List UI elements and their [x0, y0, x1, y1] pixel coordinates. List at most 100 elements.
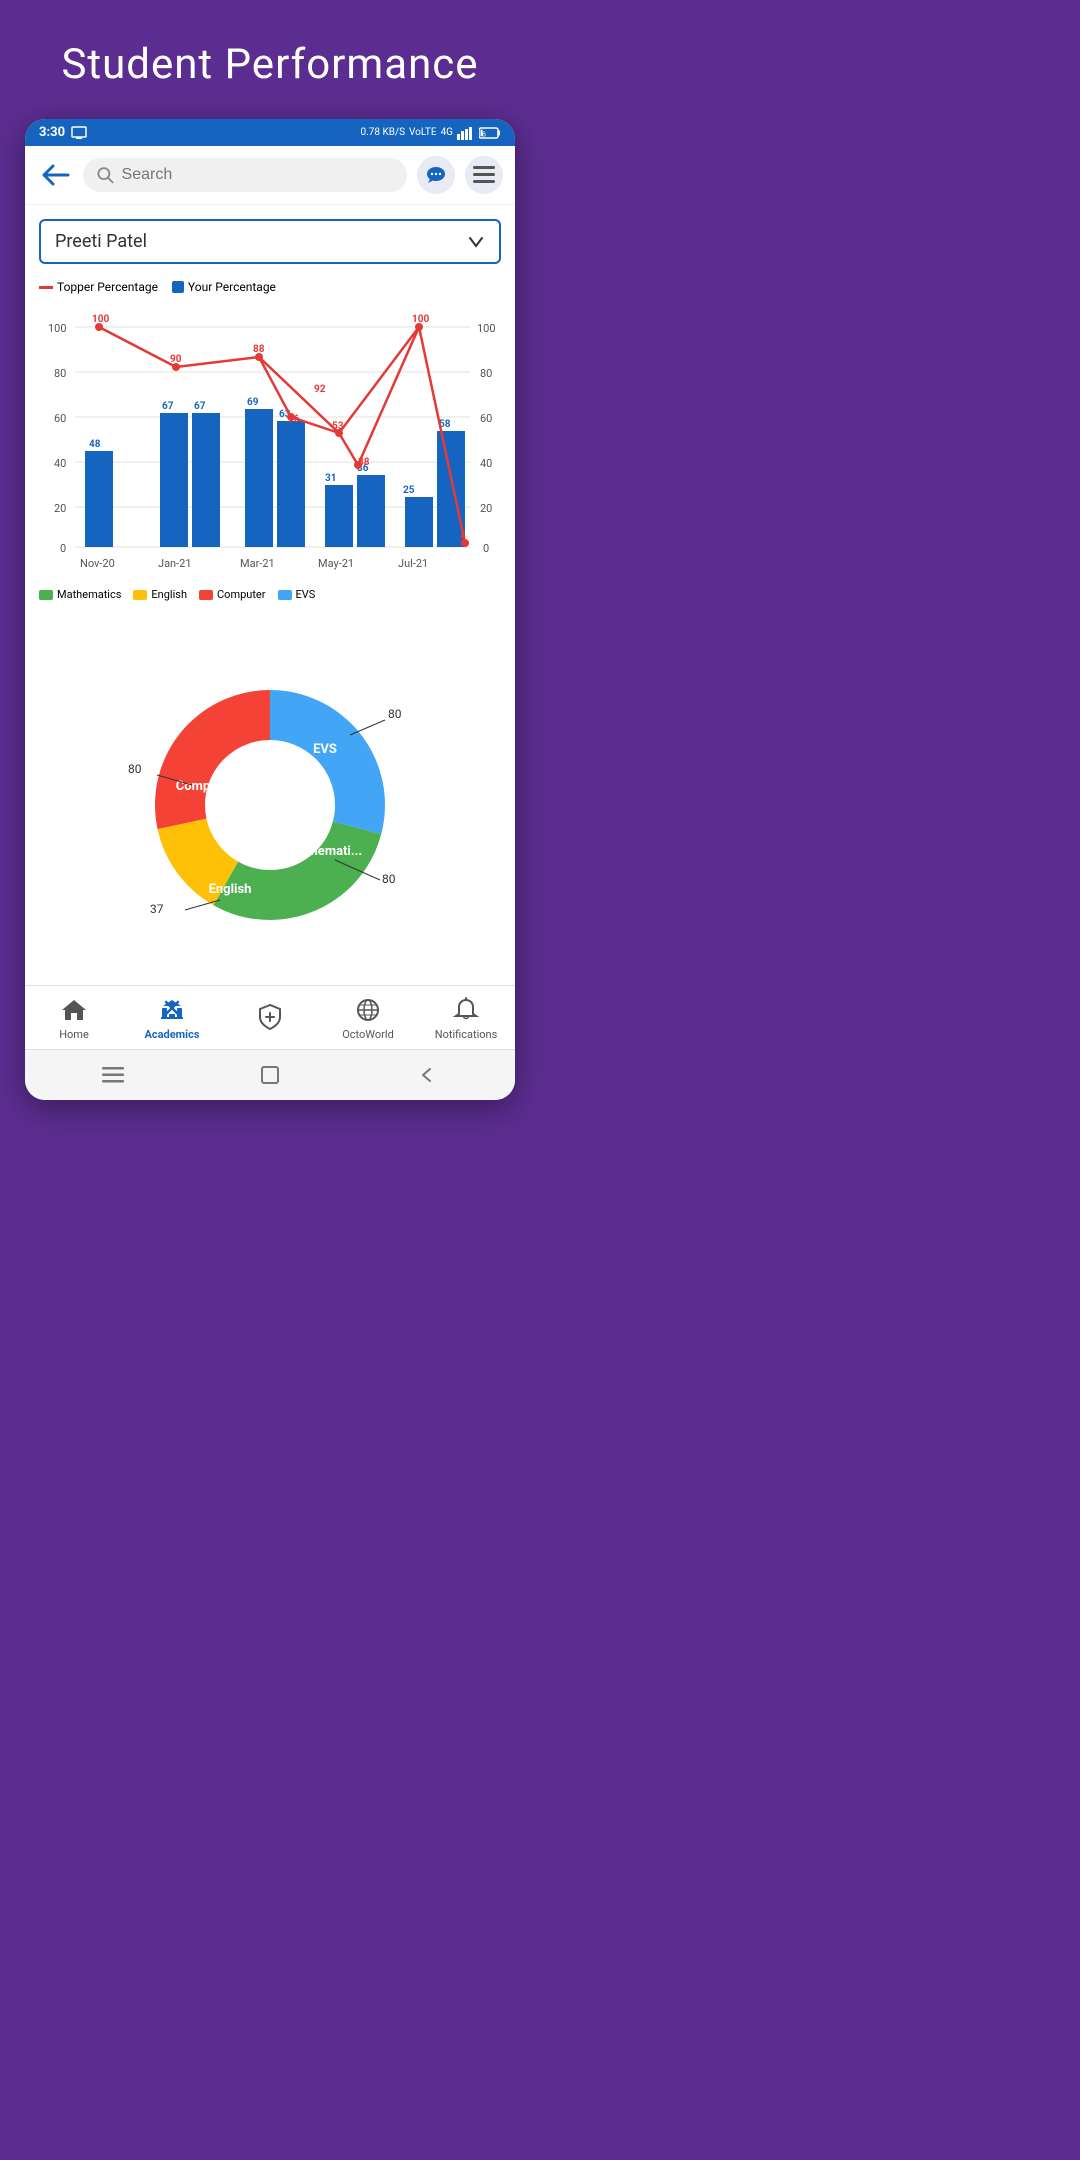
- globe-icon: [354, 996, 382, 1024]
- legend-topper: Topper Percentage: [39, 280, 158, 294]
- search-icon: [97, 166, 114, 184]
- svg-text:Jan-21: Jan-21: [158, 557, 192, 570]
- svg-text:EVS: EVS: [313, 742, 337, 757]
- svg-text:80: 80: [128, 762, 142, 776]
- svg-text:100: 100: [412, 314, 429, 325]
- nav-academics-label: Academics: [145, 1028, 200, 1041]
- top-nav: [25, 146, 515, 205]
- android-menu-button[interactable]: [98, 1060, 128, 1090]
- bell-icon: [452, 996, 480, 1024]
- legend-yours: Your Percentage: [172, 280, 276, 294]
- svg-text:40: 40: [480, 457, 492, 470]
- donut-svg: EVS Mathemati... English Compute... 80 8…: [110, 645, 430, 965]
- svg-text:100: 100: [48, 322, 67, 335]
- svg-text:69: 69: [247, 397, 259, 408]
- bar-chart-svg: 100 80 60 40 20 0 100 80 60 40 20 0: [39, 302, 501, 582]
- donut-section: EVS Mathemati... English Compute... 80 8…: [25, 625, 515, 985]
- android-back-button[interactable]: [412, 1060, 442, 1090]
- bar-chart-area: Topper Percentage Your Percentage 100 80…: [39, 280, 501, 611]
- legend-math-label: Mathematics: [57, 588, 121, 601]
- nav-item-notifications[interactable]: Notifications: [417, 996, 515, 1041]
- svg-text:92: 92: [314, 384, 326, 395]
- hamburger-icon: [473, 166, 495, 184]
- svg-text:0: 0: [60, 542, 66, 555]
- android-home-icon: [259, 1064, 281, 1086]
- svg-text:60: 60: [54, 412, 66, 425]
- svg-text:6: 6: [482, 131, 486, 138]
- svg-text:80: 80: [382, 872, 396, 886]
- nav-item-home[interactable]: Home: [25, 996, 123, 1041]
- svg-text:40: 40: [54, 457, 66, 470]
- svg-text:67: 67: [194, 401, 206, 412]
- student-dropdown[interactable]: Preeti Patel: [39, 219, 501, 264]
- donut-wrapper: EVS Mathemati... English Compute... 80 8…: [110, 645, 430, 965]
- screen-icon: [71, 126, 87, 140]
- nav-notifications-label: Notifications: [435, 1028, 498, 1041]
- svg-text:80: 80: [388, 707, 402, 721]
- android-menu-icon: [102, 1066, 124, 1084]
- svg-text:0: 0: [483, 542, 489, 555]
- menu-button[interactable]: [465, 156, 503, 194]
- network-type: 4G: [441, 127, 453, 138]
- message-button[interactable]: [417, 156, 455, 194]
- legend-computer: Computer: [199, 588, 265, 601]
- chart-legend: Topper Percentage Your Percentage: [39, 280, 501, 294]
- svg-text:20: 20: [54, 502, 66, 515]
- dropdown-arrow-icon: [467, 233, 485, 251]
- svg-text:English: English: [209, 882, 252, 897]
- legend-evs-label: EVS: [296, 588, 316, 601]
- svg-text:80: 80: [54, 367, 66, 380]
- svg-text:60: 60: [480, 412, 492, 425]
- bottom-nav: Home Academics: [25, 985, 515, 1049]
- svg-text:31: 31: [325, 473, 336, 484]
- bar-chart: 100 80 60 40 20 0 100 80 60 40 20 0: [39, 302, 501, 582]
- search-input[interactable]: [122, 166, 393, 184]
- svg-text:Jul-21: Jul-21: [398, 557, 428, 570]
- signal-icon: [457, 126, 475, 140]
- svg-text:48: 48: [89, 439, 101, 450]
- status-time: 3:30: [39, 125, 65, 140]
- android-home-button[interactable]: [255, 1060, 285, 1090]
- phone-frame: 3:30 0.78 KB/S VoLTE 4G 6: [25, 119, 515, 1100]
- svg-text:Nov-20: Nov-20: [80, 557, 115, 570]
- legend-topper-label: Topper Percentage: [57, 280, 158, 294]
- svg-text:20: 20: [480, 502, 492, 515]
- volte-label: VoLTE: [409, 127, 437, 138]
- page-title: Student Performance: [41, 0, 498, 119]
- legend-computer-label: Computer: [217, 588, 265, 601]
- svg-text:May-21: May-21: [318, 557, 354, 570]
- svg-text:88: 88: [253, 344, 265, 355]
- content-area: Preeti Patel Topper Percentage Your Perc…: [25, 205, 515, 625]
- search-bar[interactable]: [83, 158, 407, 192]
- nav-home-label: Home: [59, 1028, 89, 1041]
- svg-text:Compute...: Compute...: [176, 779, 240, 794]
- svg-text:Mar-21: Mar-21: [240, 557, 275, 570]
- home-icon: [60, 996, 88, 1024]
- svg-text:80: 80: [480, 367, 492, 380]
- network-speed: 0.78 KB/S: [360, 127, 405, 138]
- legend-evs: EVS: [278, 588, 316, 601]
- nav-item-octoworld[interactable]: OctoWorld: [319, 996, 417, 1041]
- legend-math: Mathematics: [39, 588, 121, 601]
- chart-bottom-legend: Mathematics English Computer EVS: [39, 588, 501, 601]
- svg-text:100: 100: [92, 314, 109, 325]
- battery-icon: 6: [479, 127, 501, 139]
- android-back-icon: [416, 1064, 438, 1086]
- back-button[interactable]: [37, 157, 73, 193]
- legend-english: English: [133, 588, 187, 601]
- legend-yours-label: Your Percentage: [188, 280, 276, 294]
- svg-text:Mathemati...: Mathemati...: [288, 844, 362, 859]
- academics-icon: [158, 996, 186, 1024]
- svg-text:90: 90: [170, 354, 182, 365]
- message-icon: [425, 165, 447, 185]
- svg-text:100: 100: [477, 322, 496, 335]
- nav-item-academics[interactable]: Academics: [123, 996, 221, 1041]
- shield-plus-icon: [256, 1003, 284, 1031]
- nav-octoworld-label: OctoWorld: [342, 1028, 394, 1041]
- status-bar: 3:30 0.78 KB/S VoLTE 4G 6: [25, 119, 515, 146]
- svg-text:67: 67: [162, 401, 174, 412]
- nav-item-center[interactable]: [221, 1003, 319, 1035]
- android-nav: [25, 1049, 515, 1100]
- svg-text:25: 25: [403, 485, 415, 496]
- student-name: Preeti Patel: [55, 231, 147, 252]
